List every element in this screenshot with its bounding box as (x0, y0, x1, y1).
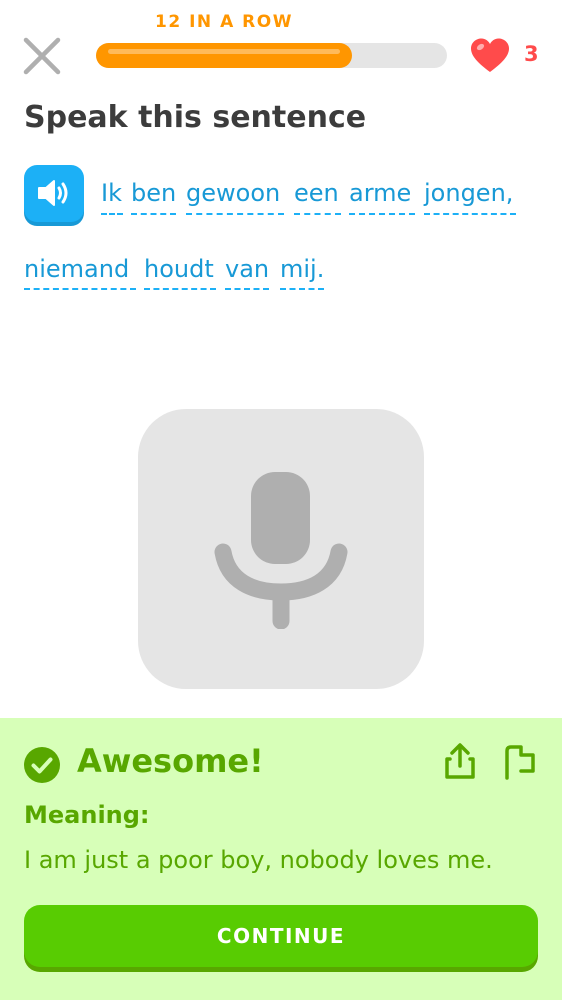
close-button[interactable] (22, 36, 62, 76)
sentence-word[interactable]: Ik (101, 178, 122, 208)
word-underline (144, 288, 216, 290)
sentence-word[interactable]: niemand (24, 254, 129, 284)
sentence-word[interactable]: houdt (144, 254, 214, 284)
microphone-button[interactable] (138, 409, 424, 689)
heart-icon (471, 38, 509, 72)
lesson-screen: 12 IN A ROW 3 Speak this sentence Ik ben… (0, 0, 562, 1000)
flag-icon[interactable] (502, 742, 538, 780)
word-underline (225, 288, 269, 290)
sentence-word[interactable]: ben (131, 178, 176, 208)
check-circle-icon (24, 747, 60, 783)
word-underline (424, 213, 516, 215)
speaker-icon (38, 180, 68, 206)
sentence-word[interactable]: jongen, (424, 178, 513, 208)
progress-bar-fill (96, 43, 353, 68)
sentence-word[interactable]: een (294, 178, 339, 208)
prompt-title: Speak this sentence (24, 100, 367, 135)
sentence-word[interactable]: gewoon (186, 178, 280, 208)
feedback-panel: Awesome! Meaning: I am just a poor boy, … (0, 718, 562, 1000)
hearts-count: 3 (524, 42, 539, 66)
meaning-label: Meaning: (24, 801, 150, 829)
close-icon (23, 37, 61, 75)
word-underline (349, 213, 415, 215)
word-underline (280, 288, 324, 290)
progress-bar (96, 43, 447, 68)
feedback-title: Awesome! (77, 742, 264, 780)
progress-bar-highlight (108, 49, 341, 54)
word-underline (294, 213, 341, 215)
word-underline (186, 213, 284, 215)
meaning-text: I am just a poor boy, nobody loves me. (24, 846, 493, 874)
continue-button[interactable]: CONTINUE (24, 905, 538, 967)
share-icon[interactable] (442, 742, 478, 780)
sentence-word[interactable]: mij. (280, 254, 324, 284)
sentence-word[interactable]: van (225, 254, 269, 284)
word-underline (101, 213, 123, 215)
play-audio-button[interactable] (24, 165, 84, 222)
word-underline (131, 213, 176, 215)
microphone-icon (214, 472, 348, 629)
streak-label: 12 IN A ROW (155, 12, 293, 32)
sentence-word[interactable]: arme (349, 178, 411, 208)
word-underline (24, 288, 136, 290)
